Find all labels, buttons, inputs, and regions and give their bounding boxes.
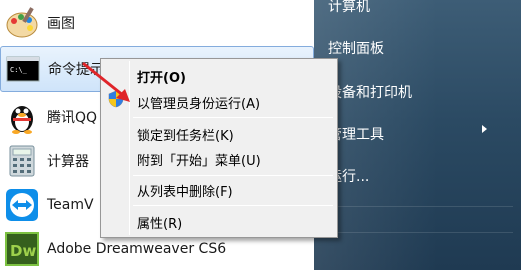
- program-item-paint[interactable]: 画图: [0, 0, 314, 46]
- divider: [324, 232, 513, 233]
- program-label: 画图: [47, 16, 75, 32]
- annotation-arrow-icon: [82, 62, 130, 102]
- program-label: 计算器: [47, 154, 89, 170]
- menu-item-properties[interactable]: 属性(R): [137, 213, 182, 232]
- divider: [324, 206, 513, 207]
- teamviewer-icon: [6, 189, 38, 221]
- submenu-arrow-icon: [482, 125, 487, 133]
- right-item-computer[interactable]: 计算机: [328, 0, 370, 16]
- menu-separator: [133, 117, 333, 118]
- dreamweaver-icon: Dw: [5, 232, 39, 266]
- qq-penguin-icon: [11, 106, 33, 134]
- right-item-devices-printers[interactable]: 设备和打印机: [328, 82, 412, 102]
- command-prompt-icon: C:\_: [6, 56, 40, 82]
- right-item-control-panel[interactable]: 控制面板: [328, 38, 384, 58]
- program-label: 腾讯QQ: [47, 110, 98, 126]
- menu-item-remove-from-list[interactable]: 从列表中删除(F): [137, 181, 233, 200]
- paint-icon: [6, 7, 38, 38]
- menu-separator: [133, 175, 333, 176]
- menu-separator: [133, 205, 333, 206]
- calculator-icon: [9, 145, 35, 177]
- menu-item-open[interactable]: 打开(O): [137, 67, 186, 86]
- dreamweaver-badge: Dw: [10, 242, 36, 260]
- menu-item-pin-start[interactable]: 附到「开始」菜单(U): [137, 150, 261, 169]
- menu-item-run-as-admin[interactable]: 以管理员身份运行(A): [137, 93, 260, 112]
- menu-item-pin-taskbar[interactable]: 锁定到任务栏(K): [137, 125, 234, 144]
- program-label: TeamV: [47, 197, 94, 213]
- program-label: Adobe Dreamweaver CS6: [47, 241, 227, 257]
- svg-text:C:\_: C:\_: [10, 66, 28, 74]
- start-menu-right-pane: 计算机 控制面板 设备和打印机 管理工具 运行...: [314, 0, 521, 270]
